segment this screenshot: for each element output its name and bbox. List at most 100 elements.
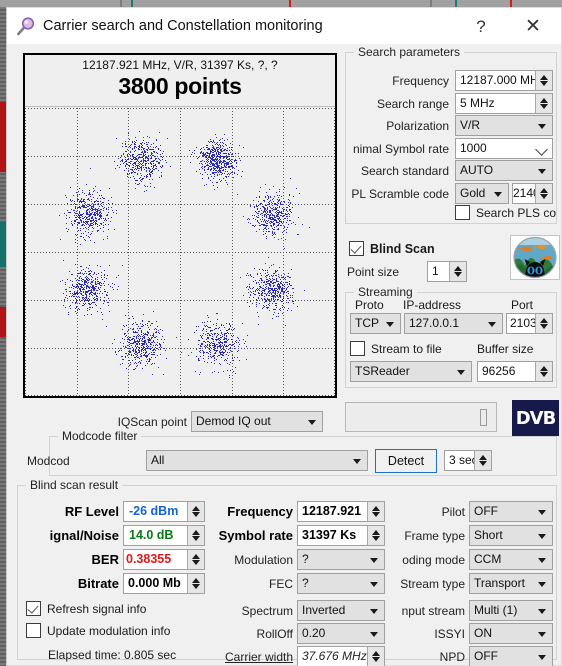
result-symbol-rate-spinner[interactable] <box>367 526 384 545</box>
polarization-select[interactable]: V/R <box>455 115 553 136</box>
result-symbol-rate-value: 31397 Ks <box>302 528 357 542</box>
modcode-select[interactable]: All <box>146 450 368 471</box>
modulation-select[interactable]: ? <box>297 549 385 570</box>
rolloff-select[interactable]: 0.20 <box>297 623 385 644</box>
point-size-value: 1 <box>432 264 439 278</box>
iqscan-point-select[interactable]: Demod IQ out <box>191 411 323 432</box>
polarization-value: V/R <box>460 118 481 132</box>
frequency-value: 12187.000 MH <box>460 73 539 87</box>
spectrum-marker <box>289 0 291 7</box>
port-spinner[interactable] <box>535 314 552 333</box>
search-range-input[interactable]: 5 MHz <box>455 93 553 114</box>
pl-scramble-code-spinner[interactable] <box>535 184 552 203</box>
update-modulation-info-checkbox[interactable] <box>26 623 41 638</box>
result-frequency-spinner[interactable] <box>367 502 384 521</box>
bitrate-value: 0.000 Mb <box>128 576 181 590</box>
buffer-size-spinner[interactable] <box>535 362 552 381</box>
frame-type-select[interactable]: Short <box>469 525 553 546</box>
proto-select[interactable]: TCP <box>350 313 401 334</box>
blind-scan-result-title: Blind scan result <box>26 478 123 492</box>
result-frequency-field[interactable]: 12187.921 <box>297 501 385 522</box>
chevron-down-icon <box>538 608 546 614</box>
constellation-display[interactable]: 12187.921 MHz, V/R, 31397 Ks, ?, ? 3800 … <box>23 53 337 398</box>
signal-noise-field[interactable]: 14.0 dB <box>123 525 205 546</box>
buffer-size-input[interactable]: 96256 <box>477 361 553 382</box>
point-size-label: Point size <box>347 265 400 279</box>
magnifier-icon <box>15 16 37 38</box>
frame-type-label: Frame type <box>404 529 465 543</box>
npd-select[interactable]: OFF <box>469 646 553 666</box>
chevron-down-icon <box>538 168 546 174</box>
detect-timeout-value: 3 sec <box>449 453 478 467</box>
frequency-spinner[interactable] <box>535 71 552 90</box>
port-input[interactable]: 2103 <box>506 313 553 334</box>
point-size-spinner[interactable] <box>449 262 466 281</box>
input-stream-select[interactable]: Multi (1) <box>469 600 553 621</box>
detect-button[interactable]: Detect <box>375 449 437 473</box>
chevron-down-icon <box>308 419 316 425</box>
bitrate-label: Bitrate <box>77 576 119 591</box>
blind-scan-label: Blind Scan <box>370 242 435 256</box>
chevron-down-icon <box>370 557 378 563</box>
constellation-plot[interactable] <box>25 108 335 396</box>
rf-level-field[interactable]: -26 dBm <box>123 501 205 522</box>
chevron-down-icon <box>370 631 378 637</box>
stream-target-value: TSReader <box>355 364 410 378</box>
stream-type-select[interactable]: Transport <box>469 573 553 594</box>
minimal-symbol-rate-input[interactable]: 1000 <box>455 138 553 159</box>
rf-level-spinner[interactable] <box>187 502 204 521</box>
carrier-width-label[interactable]: Carrier width <box>203 647 293 666</box>
signal-noise-spinner[interactable] <box>187 526 204 545</box>
coding-mode-select[interactable]: CCM <box>469 549 553 570</box>
stream-target-select[interactable]: TSReader <box>350 361 472 382</box>
pl-scramble-code-input[interactable]: 2140 <box>512 183 553 204</box>
detect-timeout-spinner[interactable] <box>474 451 491 470</box>
blind-scan-checkbox[interactable] <box>349 241 364 256</box>
signal-noise-label: ignal/Noise <box>49 528 119 543</box>
refresh-signal-info-checkbox[interactable] <box>26 601 41 616</box>
search-parameters-title: Search parameters <box>354 45 465 59</box>
minimal-symbol-rate-value: 1000 <box>460 141 487 155</box>
chevron-down-icon <box>538 509 546 515</box>
background-spectrum-strip <box>0 0 562 7</box>
bitrate-spinner[interactable] <box>187 574 204 593</box>
coding-mode-label: oding mode <box>402 553 465 567</box>
carrier-width-spinner[interactable] <box>367 647 384 666</box>
help-button[interactable]: ? <box>459 8 503 45</box>
search-pls-checkbox[interactable] <box>455 205 470 220</box>
ip-address-select[interactable]: 127.0.0.1 <box>404 313 503 334</box>
dvb-logo-text: DVB <box>515 407 557 429</box>
stream-type-value: Transport <box>474 576 525 590</box>
stream-type-label: Stream type <box>400 577 465 591</box>
chevron-down-icon <box>538 533 546 539</box>
result-frequency-label: Frequency <box>227 504 293 519</box>
issyi-select[interactable]: ON <box>469 623 553 644</box>
bitrate-field[interactable]: 0.000 Mb <box>123 573 205 594</box>
constellation-signal-info: 12187.921 MHz, V/R, 31397 Ks, ?, ? <box>82 58 278 72</box>
input-stream-label: nput stream <box>401 604 465 618</box>
spectrum-marker <box>430 0 432 7</box>
pilot-select[interactable]: OFF <box>469 501 553 522</box>
frequency-input[interactable]: 12187.000 MH <box>455 70 553 91</box>
result-symbol-rate-field[interactable]: 31397 Ks <box>297 525 385 546</box>
chevron-down-icon <box>386 321 394 327</box>
stream-to-file-checkbox[interactable] <box>350 341 365 356</box>
search-standard-label: Search standard <box>360 164 449 178</box>
search-standard-select[interactable]: AUTO <box>455 160 553 181</box>
pl-scramble-mode-select[interactable]: Gold <box>455 183 509 204</box>
fec-select[interactable]: ? <box>297 573 385 594</box>
status-text-field[interactable] <box>345 402 497 432</box>
ber-spinner[interactable] <box>187 550 204 569</box>
spectrum-select[interactable]: Inverted <box>297 600 385 621</box>
fec-value: ? <box>302 576 309 590</box>
search-range-spinner[interactable] <box>535 94 552 113</box>
carrier-width-field[interactable]: 37.676 MHz <box>297 646 385 666</box>
ber-field[interactable]: 0.38355 <box>123 549 205 570</box>
point-size-input[interactable]: 1 <box>427 261 467 282</box>
avatar[interactable] <box>510 235 560 280</box>
detect-timeout-input[interactable]: 3 sec <box>444 450 492 471</box>
close-button[interactable]: ✕ <box>511 8 555 45</box>
rolloff-value: 0.20 <box>302 626 326 640</box>
search-range-label: Search range <box>376 97 449 111</box>
update-modulation-info-label: Update modulation info <box>47 624 171 638</box>
